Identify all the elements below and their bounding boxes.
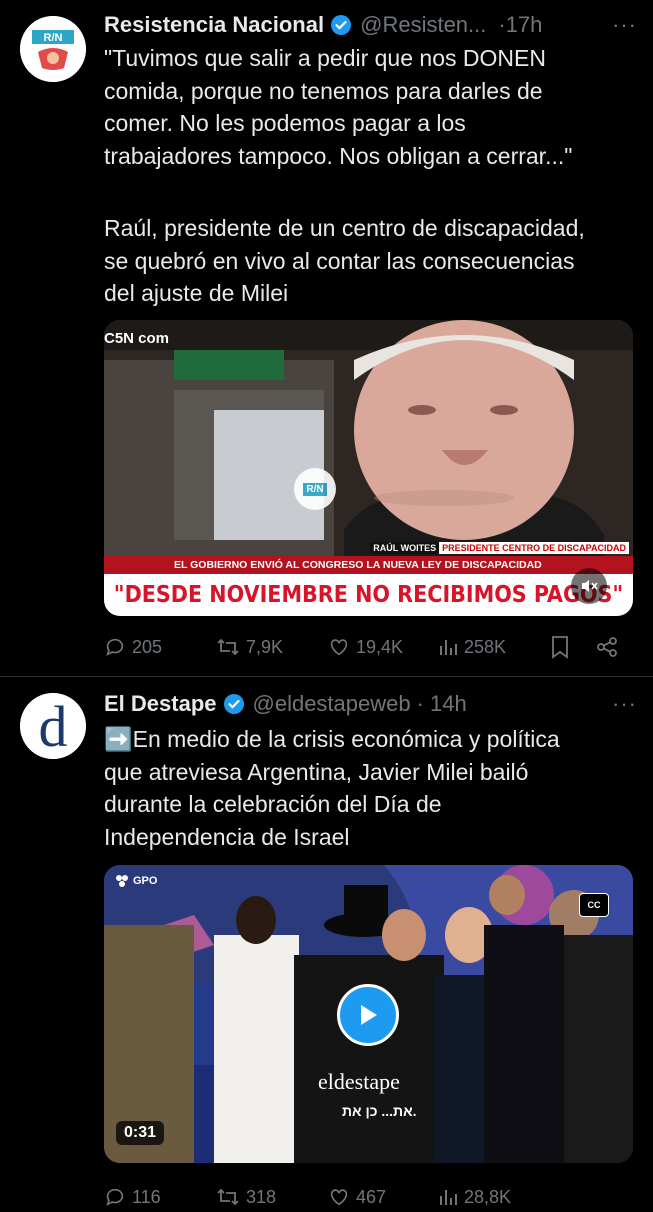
tweet-time[interactable]: · 14h bbox=[417, 691, 467, 717]
tweet-actions: 116 318 467 28,8K bbox=[104, 1182, 639, 1212]
repost-button[interactable]: 318 bbox=[216, 1186, 328, 1208]
tweet-resistencia-nacional[interactable]: R/N Resistencia Nacional @Resisten... ·1… bbox=[0, 0, 653, 676]
repost-count: 7,9K bbox=[246, 636, 284, 657]
author-name[interactable]: El Destape bbox=[104, 691, 217, 717]
tweet-text-body: Raúl, presidente de un centro de discapa… bbox=[104, 215, 585, 306]
name-tag-name: RAÚL WOITES bbox=[370, 542, 440, 554]
hebrew-caption: את... כן את. bbox=[342, 1103, 417, 1119]
duration-text: 0:31 bbox=[124, 1124, 157, 1141]
name-tag-role: PRESIDENTE CENTRO DE DISCAPACIDAD bbox=[439, 542, 629, 554]
views-button[interactable]: 28,8K bbox=[438, 1186, 550, 1208]
author-name[interactable]: Resistencia Nacional bbox=[104, 12, 324, 38]
tweet-el-destape[interactable]: d El Destape @eldestapeweb · 14h ··· ➡️E… bbox=[0, 677, 653, 1207]
reply-icon bbox=[106, 638, 124, 656]
verified-badge-icon bbox=[223, 693, 245, 715]
repost-count: 318 bbox=[246, 1186, 277, 1207]
repost-icon bbox=[217, 638, 239, 656]
tweet-time[interactable]: ·17h bbox=[498, 12, 542, 38]
headline-bar: "DESDE NOVIEMBRE NO RECIBIMOS PAGOS" bbox=[104, 574, 633, 616]
gpo-label: GPO bbox=[133, 875, 158, 887]
views-count: 28,8K bbox=[464, 1186, 512, 1207]
tweet-text-quote: "Tuvimos que salir a pedir que nos DONEN… bbox=[104, 45, 573, 169]
duration-badge: 0:31 bbox=[116, 1121, 165, 1145]
like-count: 19,4K bbox=[356, 636, 404, 657]
watermark-logo: R/N bbox=[294, 468, 336, 510]
captions-button[interactable]: CC bbox=[579, 893, 609, 917]
reply-button[interactable]: 205 bbox=[104, 636, 216, 658]
cc-label: CC bbox=[587, 900, 601, 910]
avatar[interactable]: R/N bbox=[20, 16, 86, 82]
author-handle[interactable]: @eldestapeweb bbox=[253, 691, 411, 717]
video-player[interactable]: GPO CC eldestape את... כן את. 0:31 bbox=[104, 865, 633, 1163]
views-count: 258K bbox=[464, 636, 507, 657]
name-tag: RAÚL WOITES PRESIDENTE CENTRO DE DISCAPA… bbox=[370, 542, 629, 554]
tweet-header: Resistencia Nacional @Resisten... ·17h bbox=[104, 8, 639, 42]
avatar-logo-text: R/N bbox=[44, 32, 63, 44]
share-button[interactable] bbox=[596, 636, 618, 658]
like-button[interactable]: 19,4K bbox=[328, 636, 438, 658]
watermark-text: R/N bbox=[303, 482, 327, 496]
source-label: C5N com bbox=[104, 330, 170, 347]
bookmark-button[interactable] bbox=[550, 635, 596, 659]
tweet-header: El Destape @eldestapeweb · 14h bbox=[104, 687, 639, 721]
tweet-text: ➡️En medio de la crisis económica y polí… bbox=[104, 726, 560, 850]
gpo-logo: GPO bbox=[114, 873, 157, 889]
subline-bar: EL GOBIERNO ENVIÓ AL CONGRESO LA NUEVA L… bbox=[104, 556, 633, 574]
gpo-logo-icon bbox=[116, 875, 128, 887]
play-icon bbox=[361, 1005, 377, 1025]
bookmark-icon bbox=[552, 636, 568, 659]
views-icon bbox=[440, 640, 457, 655]
views-icon bbox=[440, 1190, 457, 1205]
video-watermark: eldestape bbox=[318, 1069, 400, 1094]
repost-icon bbox=[217, 1188, 239, 1206]
video-thumbnail[interactable]: C5N com R/N RAÚL WOITES PRESIDENTE CENTR… bbox=[104, 320, 633, 616]
heart-icon bbox=[330, 639, 348, 656]
repost-button[interactable]: 7,9K bbox=[216, 636, 328, 658]
headline-text: "DESDE NOVIEMBRE NO RECIBIMOS PAGOS" bbox=[113, 582, 624, 608]
reply-button[interactable]: 116 bbox=[104, 1186, 216, 1208]
more-options-icon[interactable]: ··· bbox=[612, 691, 637, 717]
more-options-icon[interactable]: ··· bbox=[612, 12, 637, 38]
like-count: 467 bbox=[356, 1186, 387, 1207]
verified-badge-icon bbox=[330, 14, 352, 36]
subline-text: EL GOBIERNO ENVIÓ AL CONGRESO LA NUEVA L… bbox=[174, 559, 542, 571]
avatar-logo-text: d bbox=[39, 694, 68, 759]
mute-icon[interactable] bbox=[571, 568, 607, 604]
play-button[interactable] bbox=[337, 984, 399, 1046]
like-button[interactable]: 467 bbox=[328, 1186, 438, 1208]
tweet-actions: 205 7,9K 19,4K 258K bbox=[104, 632, 639, 662]
share-icon bbox=[597, 637, 617, 657]
reply-icon bbox=[106, 1188, 124, 1206]
author-handle[interactable]: @Resisten... bbox=[360, 12, 486, 38]
avatar[interactable]: d bbox=[20, 693, 86, 759]
reply-count: 116 bbox=[132, 1186, 161, 1207]
reply-count: 205 bbox=[132, 636, 163, 657]
views-button[interactable]: 258K bbox=[438, 636, 550, 658]
heart-icon bbox=[330, 1189, 348, 1206]
